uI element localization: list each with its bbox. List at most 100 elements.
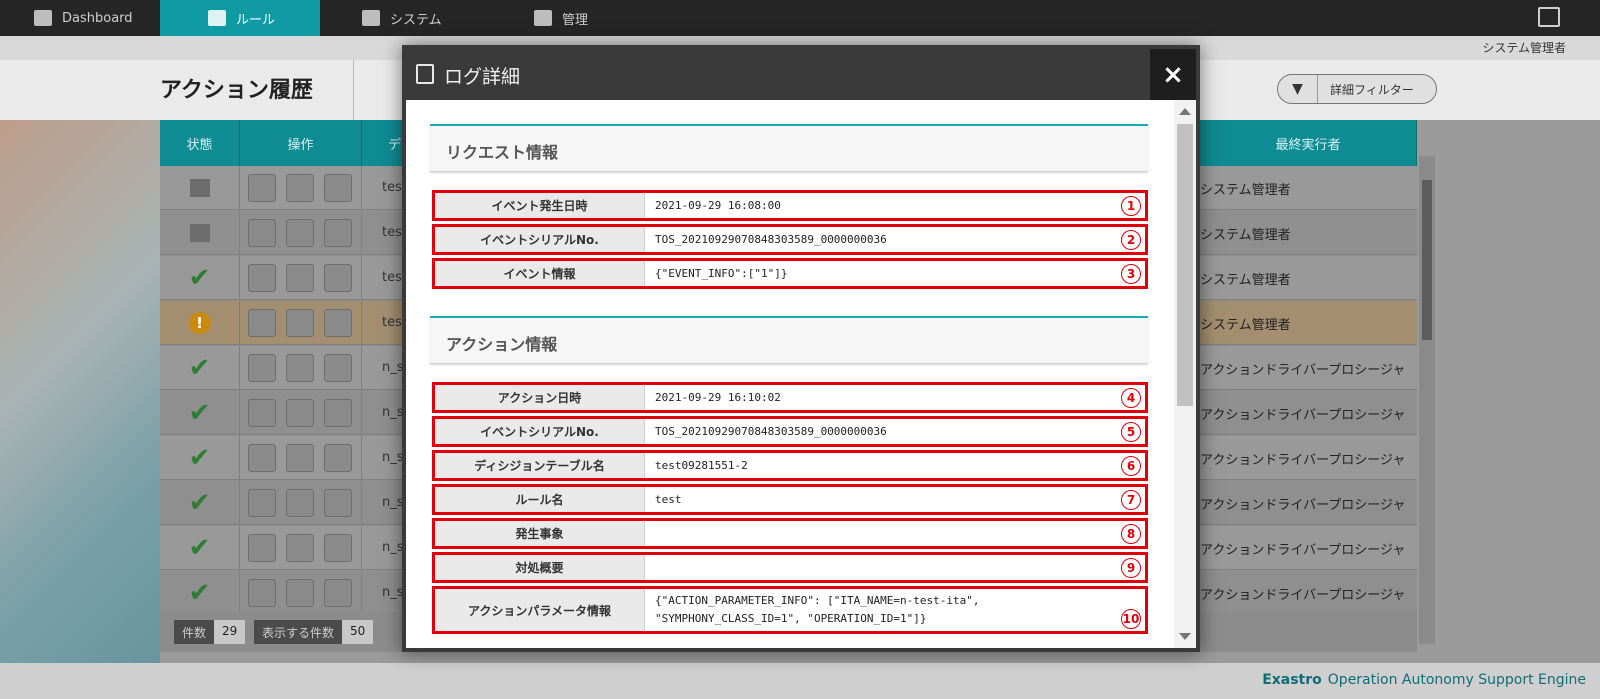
table-scrollbar-thumb[interactable] <box>1422 180 1432 340</box>
nav-dashboard[interactable]: Dashboard <box>34 0 154 36</box>
row-name-cell: tes <box>382 180 402 195</box>
nav-rule-label: ルール <box>236 12 276 28</box>
field-value: {"ACTION_PARAMETER_INFO": ["ITA_NAME=n-t… <box>655 594 980 625</box>
play-icon[interactable] <box>324 309 352 337</box>
field-label: イベントシリアルNo. <box>435 419 645 444</box>
admin-icon <box>534 10 552 26</box>
status-cell: ✔ <box>160 391 240 435</box>
detail-icon[interactable] <box>248 399 276 427</box>
nav-system[interactable]: システム <box>362 0 482 36</box>
scroll-down-icon[interactable] <box>1179 633 1191 640</box>
per-page-value[interactable]: 50 <box>342 620 374 644</box>
last-executor-cell: システム管理者 <box>1200 273 1291 288</box>
detail-icon[interactable] <box>248 174 276 202</box>
detail-icon[interactable] <box>248 534 276 562</box>
field-value <box>655 521 1109 546</box>
row-name-cell: n_s <box>382 450 404 465</box>
download-icon[interactable] <box>286 489 314 517</box>
play-icon[interactable] <box>324 444 352 472</box>
last-executor-cell: アクションドライバープロシージャ <box>1200 363 1406 378</box>
column-header-status-label: 状態 <box>186 137 213 153</box>
detail-icon[interactable] <box>248 219 276 247</box>
field-value: {"EVENT_INFO":["1"]} <box>655 267 788 280</box>
last-executor-cell: アクションドライバープロシージャ <box>1200 498 1406 513</box>
download-icon[interactable] <box>286 579 314 607</box>
download-icon[interactable] <box>286 309 314 337</box>
last-executor-cell: システム管理者 <box>1200 183 1291 198</box>
detail-icon[interactable] <box>248 354 276 382</box>
field-value: 2021-09-29 16:10:02 <box>655 391 781 404</box>
status-cell: ✔ <box>160 571 240 615</box>
check-icon: ✔ <box>188 488 211 518</box>
scroll-up-icon[interactable] <box>1179 108 1191 115</box>
field-label: 対処概要 <box>435 555 645 580</box>
play-icon[interactable] <box>324 219 352 247</box>
per-page-chip[interactable]: 表示する件数 50 <box>254 620 374 644</box>
field-row: イベント発生日時 2021-09-29 16:08:00 1 <box>432 190 1148 221</box>
check-icon: ✔ <box>188 443 211 473</box>
row-name-cell: n_s <box>382 495 404 510</box>
check-icon: ✔ <box>188 578 211 608</box>
play-icon[interactable] <box>324 579 352 607</box>
download-icon[interactable] <box>286 534 314 562</box>
nav-admin[interactable]: 管理 <box>534 0 634 36</box>
play-icon[interactable] <box>324 354 352 382</box>
download-icon[interactable] <box>286 444 314 472</box>
play-icon[interactable] <box>324 264 352 292</box>
play-icon[interactable] <box>324 489 352 517</box>
last-executor-cell: アクションドライバープロシージャ <box>1200 408 1406 423</box>
download-icon[interactable] <box>286 354 314 382</box>
detail-filter-button[interactable]: ▼ 詳細フィルター <box>1277 74 1437 104</box>
status-cell: ✔ <box>160 481 240 525</box>
nav-rule[interactable]: ルール <box>160 0 320 36</box>
request-info-title: リクエスト情報 <box>446 143 559 162</box>
download-icon[interactable] <box>286 174 314 202</box>
callout-number: 8 <box>1121 524 1141 544</box>
field-row: イベントシリアルNo. TOS_20210929070848303589_0000… <box>432 416 1148 447</box>
modal-scrollbar-thumb[interactable] <box>1177 124 1193 406</box>
table-scrollbar[interactable] <box>1419 156 1435 644</box>
pending-icon <box>189 224 210 242</box>
scales-icon <box>208 10 226 26</box>
check-icon: ✔ <box>188 353 211 383</box>
pending-icon <box>189 179 210 197</box>
callout-number: 2 <box>1121 230 1141 250</box>
detail-icon[interactable] <box>248 309 276 337</box>
play-icon[interactable] <box>324 534 352 562</box>
detail-icon[interactable] <box>248 489 276 517</box>
check-icon: ✔ <box>188 263 211 293</box>
download-icon[interactable] <box>286 219 314 247</box>
field-row: イベント情報 {"EVENT_INFO":["1"]} 3 <box>432 258 1148 289</box>
row-name-cell: tes <box>382 315 402 330</box>
action-info-title: アクション情報 <box>446 335 558 354</box>
field-label: アクションパラメータ情報 <box>435 589 645 631</box>
logout-icon[interactable] <box>1538 7 1560 27</box>
callout-number: 4 <box>1121 388 1141 408</box>
operations-cell <box>240 346 362 390</box>
row-name-cell: n_s <box>382 540 404 555</box>
brand-name: Exastro <box>1262 672 1322 688</box>
field-value: TOS_20210929070848303589_0000000036 <box>655 425 887 438</box>
detail-icon[interactable] <box>248 264 276 292</box>
current-user[interactable]: システム管理者 <box>1482 39 1566 56</box>
play-icon[interactable] <box>324 399 352 427</box>
download-icon[interactable] <box>286 264 314 292</box>
modal-scrollbar[interactable] <box>1174 100 1196 648</box>
check-icon: ✔ <box>188 533 211 563</box>
column-header-status[interactable]: 状態 <box>160 120 240 166</box>
column-header-last-executor[interactable]: 最終実行者 <box>1200 120 1417 166</box>
status-cell: ✔ <box>160 526 240 570</box>
operations-cell <box>240 391 362 435</box>
status-cell: ✔ <box>160 436 240 480</box>
filter-icon: ▼ <box>1278 75 1318 103</box>
play-icon[interactable] <box>324 174 352 202</box>
column-header-operations: 操作 <box>240 120 362 166</box>
operations-cell <box>240 166 362 210</box>
download-icon[interactable] <box>286 399 314 427</box>
field-label: イベント情報 <box>435 261 645 286</box>
detail-icon[interactable] <box>248 444 276 472</box>
modal-header: ログ詳細 × <box>406 49 1196 100</box>
detail-icon[interactable] <box>248 579 276 607</box>
field-value: TOS_20210929070848303589_0000000036 <box>655 233 887 246</box>
close-button[interactable]: × <box>1150 49 1196 100</box>
